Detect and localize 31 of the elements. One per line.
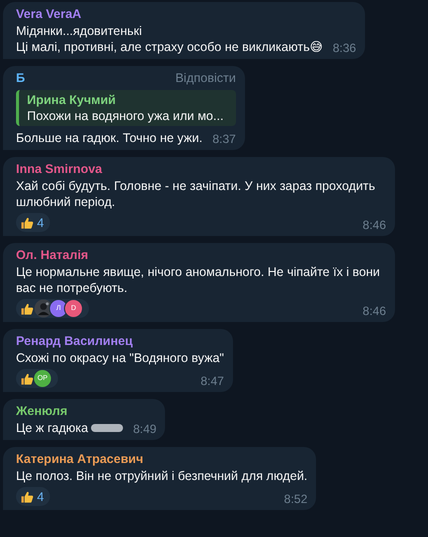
- reaction-chip[interactable]: 4: [16, 213, 50, 232]
- message-text: Схожі по окрасу на "Водяного вужа": [16, 350, 224, 366]
- message-time: 8:46: [362, 304, 386, 318]
- sender-name: Ол. Наталія: [16, 247, 88, 264]
- sender-name: Ренард Василинец: [16, 333, 133, 350]
- quoted-sender: Ирина Кучмий: [27, 92, 117, 108]
- message-time: 8:37: [212, 132, 236, 146]
- sender-name: Катерина Атрасевич: [16, 451, 144, 468]
- message-text: Це полоз. Він не отруйний і безпечний для людей.: [16, 468, 308, 484]
- sender-name: Inna Smirnova: [16, 161, 102, 178]
- quoted-text: Похожи на водяного ужа или мо...: [27, 108, 225, 124]
- thumbs-up-icon: [20, 216, 34, 230]
- thumbs-up-icon: [20, 302, 34, 316]
- message-text: Больше на гадюк. Точно не ужи.: [16, 130, 202, 146]
- message-text: Мідянки...ядовитенькі Ці малі, противні, але страху особо не викликають😅: [16, 23, 323, 55]
- message-time: 8:52: [284, 492, 308, 506]
- message-time: 8:46: [362, 218, 386, 232]
- message-text: Це ж гадюка: [16, 420, 124, 436]
- thumbs-up-icon: [20, 490, 34, 504]
- sender-name: Б: [16, 70, 25, 87]
- message-text: Хай собі будуть. Головне - не зачіпати. У них зараз проходить шлюбний період.: [16, 178, 376, 210]
- sender-name: Женюля: [16, 403, 68, 420]
- quoted-message[interactable]: Ирина Кучмий Похожи на водяного ужа или мо...: [16, 90, 236, 126]
- message-time: 8:49: [133, 422, 156, 436]
- thumbs-up-icon: [20, 372, 34, 386]
- sender-name: Vera VeraA: [16, 6, 82, 23]
- reply-link[interactable]: Відповісти: [175, 71, 236, 85]
- message-time: 8:36: [332, 41, 356, 55]
- message-text: Це нормальне явище, нічого аномального. Не чіпайте їх і вони вас не потребують.: [16, 264, 381, 296]
- reaction-chip[interactable]: 4: [16, 487, 50, 506]
- message-time: 8:47: [200, 374, 224, 388]
